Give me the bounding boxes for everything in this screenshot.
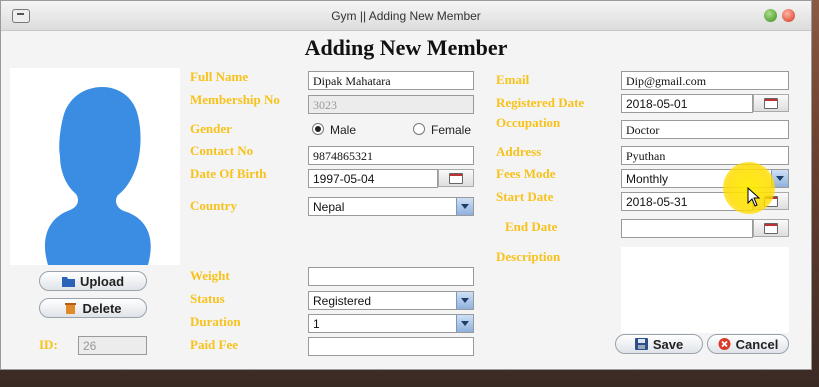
status-label: Status xyxy=(190,291,225,306)
chevron-down-icon[interactable] xyxy=(456,315,473,332)
start-date-label: Start Date xyxy=(496,189,554,204)
close-button[interactable] xyxy=(782,9,795,22)
mouse-pointer-icon xyxy=(747,186,761,212)
fees-mode-label: Fees Mode xyxy=(496,166,556,181)
upload-label: Upload xyxy=(79,273,125,289)
upload-button[interactable]: Upload xyxy=(39,271,147,291)
duration-label: Duration xyxy=(190,314,241,329)
gender-label: Gender xyxy=(190,121,232,136)
registered-date-label: Registered Date xyxy=(496,95,585,110)
duration-value: 1 xyxy=(313,317,320,331)
paid-fee-field[interactable] xyxy=(308,337,474,356)
address-field[interactable]: Pyuthan xyxy=(621,146,789,165)
registered-date-field[interactable]: 2018-05-01 xyxy=(621,94,753,113)
end-date-calendar-button[interactable] xyxy=(753,219,789,237)
cancel-icon xyxy=(718,338,731,350)
weight-field[interactable] xyxy=(308,267,474,286)
occupation-label: Occupation xyxy=(496,115,561,130)
chevron-down-icon[interactable] xyxy=(456,292,473,309)
email-field[interactable]: Dip@gmail.com xyxy=(621,71,789,90)
description-label: Description xyxy=(496,249,561,264)
country-select[interactable]: Nepal xyxy=(308,197,474,216)
cancel-label: Cancel xyxy=(735,336,779,352)
paid-fee-label: Paid Fee xyxy=(190,337,239,352)
description-textarea[interactable] xyxy=(621,247,789,333)
email-label: Email xyxy=(496,72,530,87)
registered-date-calendar-button[interactable] xyxy=(753,94,789,112)
occupation-field[interactable]: Doctor xyxy=(621,120,789,139)
title-bar[interactable]: Gym || Adding New Member xyxy=(1,1,811,31)
address-label: Address xyxy=(496,144,542,159)
add-member-window: Gym || Adding New Member Adding New Memb… xyxy=(0,0,812,370)
country-label: Country xyxy=(190,198,237,213)
delete-label: Delete xyxy=(82,300,122,316)
calendar-icon xyxy=(764,222,778,234)
page-title: Adding New Member xyxy=(304,35,508,60)
country-value: Nepal xyxy=(313,200,345,214)
chevron-down-icon[interactable] xyxy=(456,198,473,215)
id-label: ID: xyxy=(39,337,58,352)
full-name-label: Full Name xyxy=(190,69,249,84)
save-button[interactable]: Save xyxy=(615,334,703,354)
weight-label: Weight xyxy=(190,268,230,283)
gender-female-radio[interactable] xyxy=(413,123,425,135)
gender-female-label: Female xyxy=(431,123,472,137)
contact-no-label: Contact No xyxy=(190,143,254,158)
fees-mode-value: Monthly xyxy=(626,172,669,186)
dob-calendar-button[interactable] xyxy=(438,169,474,187)
delete-button[interactable]: Delete xyxy=(39,298,147,318)
save-label: Save xyxy=(652,336,684,352)
full-name-field[interactable]: Dipak Mahatara xyxy=(308,71,474,90)
person-silhouette-icon xyxy=(10,68,180,265)
gender-male-label: Male xyxy=(330,123,357,137)
membership-no-label: Membership No xyxy=(190,92,280,107)
duration-select[interactable]: 1 xyxy=(308,314,474,333)
status-select[interactable]: Registered xyxy=(308,291,474,310)
id-field: 26 xyxy=(78,336,147,355)
calendar-icon xyxy=(449,172,463,184)
folder-icon xyxy=(61,275,75,287)
member-photo xyxy=(10,68,180,265)
dob-field[interactable]: 1997-05-04 xyxy=(308,169,438,188)
end-date-label: End Date xyxy=(505,219,558,234)
membership-no-field: 3023 xyxy=(308,95,474,114)
contact-no-field[interactable]: 9874865321 xyxy=(308,146,474,165)
end-date-field[interactable] xyxy=(621,219,753,238)
floppy-disk-icon xyxy=(634,338,648,350)
gender-male-radio[interactable] xyxy=(312,123,324,135)
minimize-button[interactable] xyxy=(764,9,777,22)
cancel-button[interactable]: Cancel xyxy=(707,334,789,354)
trash-icon xyxy=(64,302,77,314)
status-value: Registered xyxy=(313,294,372,308)
window-title: Gym || Adding New Member xyxy=(331,9,481,23)
dob-label: Date Of Birth xyxy=(190,166,267,181)
calendar-icon xyxy=(764,97,778,109)
